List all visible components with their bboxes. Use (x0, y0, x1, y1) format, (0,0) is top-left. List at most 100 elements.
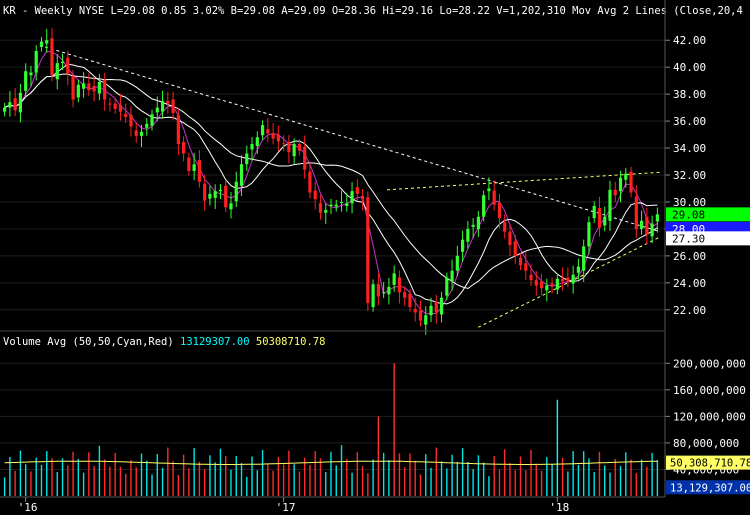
volume-bar (461, 448, 464, 496)
candle-body (318, 203, 323, 213)
volume-bar (246, 476, 248, 496)
volume-bar (377, 416, 380, 496)
candle-body (287, 141, 291, 153)
volume-bar (456, 461, 459, 496)
volume-bar (598, 451, 601, 496)
candle-body (524, 263, 528, 271)
volume-bar (182, 454, 185, 496)
volume-bar (488, 476, 490, 496)
volume-bar (35, 457, 37, 496)
candle-body (576, 266, 581, 273)
candle-body (618, 177, 623, 192)
volume-bar (309, 464, 311, 496)
volume-bar (572, 451, 574, 496)
volume-bar (635, 473, 638, 496)
candle-body (34, 51, 38, 73)
volume-bar (72, 451, 74, 496)
candle-body (613, 189, 617, 196)
volume-tick-label: 160,000,000 (673, 384, 746, 397)
volume-bar (140, 453, 143, 496)
volume-bar (398, 453, 401, 496)
volume-bar (446, 468, 448, 496)
volume-bar (193, 448, 195, 496)
volume-bar (303, 457, 306, 496)
volume-bar (556, 399, 559, 496)
volume-bar (388, 460, 390, 496)
candle-body (550, 283, 554, 286)
price-tick-label: 34.00 (673, 142, 706, 155)
candle-body (171, 99, 175, 113)
candle-body (545, 285, 549, 291)
volume-bar (24, 464, 27, 496)
candle-body (87, 83, 91, 91)
volume-bar (472, 469, 474, 496)
candle-body (424, 315, 428, 325)
volume: V=1,202,310 (496, 5, 566, 17)
candle-body (403, 292, 407, 298)
candle-body (260, 125, 265, 136)
candle-body (76, 84, 80, 98)
exchange: NYSE (79, 5, 104, 17)
candle-body (81, 83, 86, 89)
volume-bar (156, 454, 158, 496)
candle-body (329, 204, 333, 206)
volume-bar (14, 470, 16, 496)
volume-bar (403, 467, 406, 496)
open: O=28.36 (332, 5, 376, 17)
volume-tick-label: 120,000,000 (673, 410, 746, 423)
candle-body (182, 141, 186, 154)
candle-body (655, 214, 659, 222)
candle-body (308, 171, 312, 193)
volume-tick-label: 200,000,000 (673, 357, 746, 370)
candle-body (166, 100, 170, 104)
candle-body (629, 171, 633, 193)
candle-body (355, 187, 359, 194)
volume-bar (214, 462, 216, 496)
candle-body (29, 72, 33, 76)
volume-bar (561, 457, 564, 496)
volume-bar (203, 469, 206, 496)
volume-bar (435, 447, 437, 496)
candle-body (24, 71, 28, 91)
price-tick-label: 30.00 (673, 196, 706, 209)
candle-body (113, 103, 117, 109)
candle-body (334, 204, 338, 207)
volume-bar (282, 464, 285, 496)
volume-bar (172, 461, 174, 496)
volume-bar (430, 467, 432, 496)
candle-body (208, 193, 212, 199)
volume-bar (77, 458, 80, 496)
candle-body (497, 202, 502, 219)
candle-body (387, 286, 391, 295)
volume-bar (188, 468, 190, 496)
volume-bar (330, 451, 332, 496)
volume-bar (514, 470, 516, 496)
candle-body (139, 131, 144, 136)
candle-body (592, 206, 596, 219)
ask: A=29.09 (281, 5, 325, 17)
candle-body (8, 102, 12, 108)
candle-body (455, 255, 459, 271)
volume-bar (261, 449, 264, 496)
volume-bar (298, 471, 301, 496)
candle-body (150, 114, 154, 126)
candle-body (418, 310, 423, 321)
volume-bar (119, 466, 122, 496)
volume-bar (504, 449, 506, 496)
volume-bar (525, 470, 527, 496)
volume-avg-cyan: 13129307.00 (180, 336, 250, 348)
candle-body (476, 216, 480, 229)
volume-tick-label: 80,000,000 (673, 437, 739, 450)
candle-body (471, 224, 475, 227)
candle-body (603, 216, 607, 226)
volume-bar (588, 458, 590, 496)
candle-body (445, 277, 449, 296)
volume-bar (656, 460, 659, 496)
candle-body (408, 293, 412, 308)
volume-bar (30, 471, 32, 496)
candle-body (282, 143, 286, 145)
candle-body (66, 57, 70, 74)
price-tick-label: 42.00 (673, 34, 706, 47)
candle-body (134, 130, 138, 136)
volume-bar (335, 465, 337, 496)
